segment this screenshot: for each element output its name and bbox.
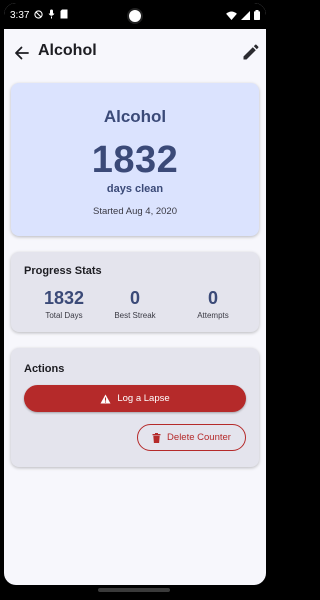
warning-icon [100,393,111,404]
start-date: Started Aug 4, 2020 [93,206,177,217]
counter-summary-card: Alcohol 1832 days clean Started Aug 4, 2… [11,83,259,236]
delete-counter-button[interactable]: Delete Counter [137,424,246,451]
stat-best-streak: 0 Best Streak [95,288,175,320]
edit-pencil-icon[interactable] [240,43,260,63]
stats-title: Progress Stats [24,265,102,277]
delete-counter-label: Delete Counter [167,432,231,443]
counter-name: Alcohol [103,107,167,126]
status-time: 3:37 [10,10,30,21]
gesture-nav-handle[interactable] [98,588,170,592]
stat-total-days: 1832 Total Days [24,288,104,320]
stat-value: 0 [207,288,218,308]
days-clean-label: days clean [106,183,164,195]
stat-label: Best Streak [114,311,156,320]
status-icons-left [34,9,68,19]
status-icons-right [226,10,260,20]
do-not-disturb-icon [34,9,43,19]
actions-card: Actions Log a Lapse Delete Counter [11,348,259,467]
stat-label: Total Days [45,311,83,320]
phone-frame: 3:37 Alcohol Alcohol 1832 days clean Sta… [0,0,270,600]
log-lapse-button[interactable]: Log a Lapse [24,385,246,412]
log-lapse-label: Log a Lapse [117,393,170,404]
progress-stats-card: Progress Stats 1832 Total Days 0 Best St… [11,252,259,332]
days-count: 1832 [91,139,179,181]
camera-cutout [127,8,143,24]
sd-card-icon [60,9,68,19]
stat-label: Attempts [197,311,229,320]
actions-title: Actions [24,363,65,375]
app-bar: Alcohol [4,29,266,75]
stat-value: 1832 [43,288,85,308]
stat-value: 0 [129,288,140,308]
signal-icon [241,10,250,20]
page-title: Alcohol [38,42,97,59]
trash-icon [152,432,161,443]
status-bar: 3:37 [4,3,266,29]
app-screen: 3:37 Alcohol Alcohol 1832 days clean Sta… [4,3,266,585]
stat-attempts: 0 Attempts [173,288,253,320]
voice-icon [48,9,55,19]
battery-icon [254,10,260,20]
wifi-icon [226,10,237,20]
back-arrow-icon[interactable] [12,43,32,63]
